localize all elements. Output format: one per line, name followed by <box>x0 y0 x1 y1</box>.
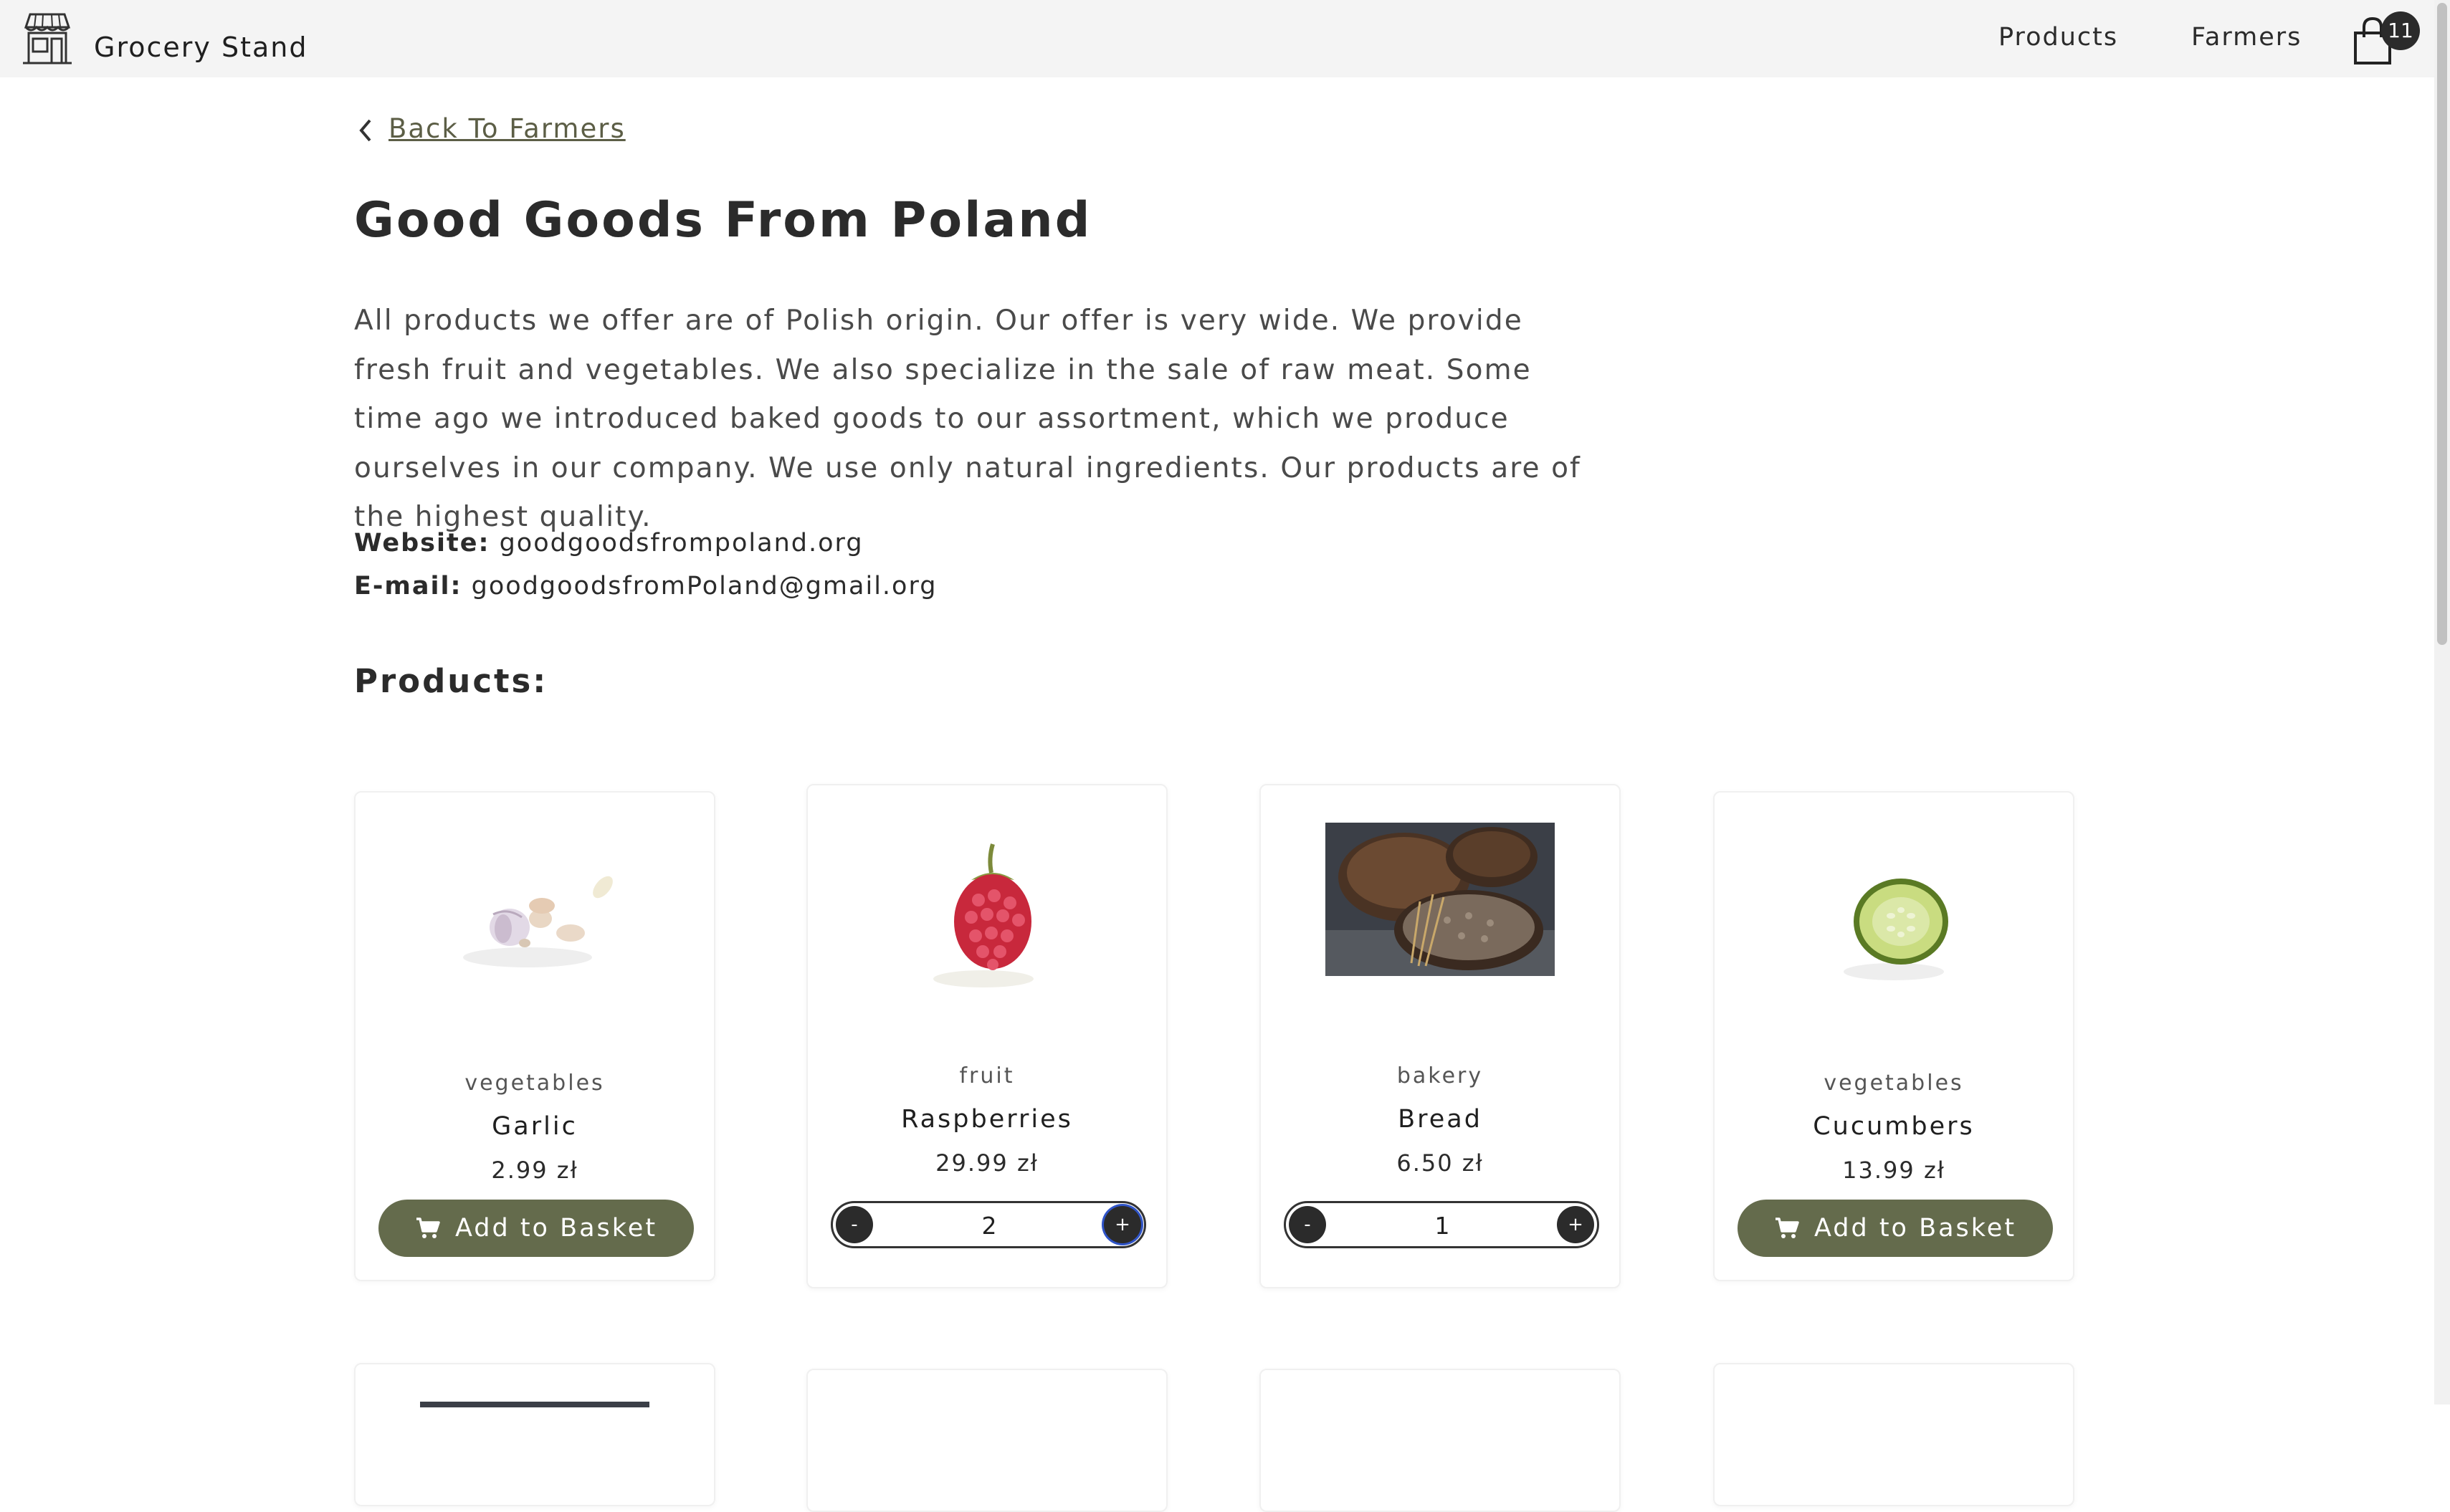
product-card: vegetables Garlic 2.99 zł Add to Basket <box>354 791 715 1281</box>
decrease-quantity-button[interactable]: - <box>1289 1206 1326 1243</box>
top-navbar: Grocery Stand Products Farmers 11 <box>0 0 2434 77</box>
farmer-title: Good Goods From Poland <box>354 192 1092 249</box>
product-price: 2.99 zł <box>491 1157 578 1184</box>
decrease-quantity-button[interactable]: - <box>836 1206 873 1243</box>
cucumber-image[interactable] <box>1822 850 1965 993</box>
scrollbar-thumb[interactable] <box>2437 3 2447 645</box>
product-category: bakery <box>1396 1063 1484 1088</box>
product-price: 29.99 zł <box>935 1149 1039 1177</box>
raspberry-image[interactable] <box>908 836 1066 1000</box>
add-to-basket-button[interactable]: Add to Basket <box>1738 1200 2053 1257</box>
nav-products-link[interactable]: Products <box>1998 23 2118 52</box>
shop-logo-icon[interactable] <box>22 11 73 64</box>
chevron-left-icon <box>359 119 371 142</box>
product-price: 13.99 zł <box>1842 1157 1945 1184</box>
back-link-label[interactable]: Back To Farmers <box>389 113 626 144</box>
product-card: bakery Bread 6.50 zł - + <box>1259 784 1621 1288</box>
garlic-image[interactable] <box>434 836 635 993</box>
product-card <box>806 1369 1168 1512</box>
product-card: vegetables Cucumbers 13.99 zł Add to Bas… <box>1713 791 2074 1281</box>
quantity-input[interactable] <box>1336 1206 1548 1245</box>
increase-quantity-button[interactable]: + <box>1557 1206 1594 1243</box>
cart-icon <box>416 1217 440 1238</box>
product-name[interactable]: Bread <box>1261 1105 1619 1134</box>
add-to-basket-label: Add to Basket <box>1813 1214 2017 1243</box>
product-category: vegetables <box>464 1071 605 1096</box>
product-name[interactable]: Raspberries <box>808 1105 1166 1134</box>
brand-name[interactable]: Grocery Stand <box>94 32 308 63</box>
product-category: vegetables <box>1824 1071 1964 1096</box>
product-category: fruit <box>959 1063 1015 1088</box>
website-label: Website: <box>354 529 490 558</box>
product-card <box>1259 1369 1621 1512</box>
website-row: Website: goodgoodsfrompoland.org <box>354 529 864 558</box>
page-scrollbar[interactable] <box>2434 0 2450 1405</box>
increase-quantity-button[interactable]: + <box>1104 1206 1141 1243</box>
product-card: fruit Raspberries 29.99 zł - + <box>806 784 1168 1288</box>
bread-image[interactable] <box>1325 823 1555 976</box>
email-link[interactable]: goodgoodsfromPoland@gmail.org <box>472 572 938 601</box>
email-row: E-mail: goodgoodsfromPoland@gmail.org <box>354 572 937 601</box>
nav-farmers-link[interactable]: Farmers <box>2191 23 2302 52</box>
cart-button[interactable]: 11 <box>2348 10 2420 67</box>
product-card <box>354 1363 715 1506</box>
quantity-input[interactable] <box>883 1206 1095 1245</box>
add-to-basket-label: Add to Basket <box>454 1214 658 1243</box>
website-link[interactable]: goodgoodsfrompoland.org <box>500 529 864 558</box>
farmer-description: All products we offer are of Polish orig… <box>354 305 1581 533</box>
product-name[interactable]: Garlic <box>356 1112 714 1141</box>
add-to-basket-button[interactable]: Add to Basket <box>378 1200 694 1257</box>
product-card <box>1713 1363 2074 1506</box>
cart-icon <box>1775 1217 1799 1238</box>
products-heading: Products: <box>354 662 548 700</box>
product-image[interactable] <box>420 1402 649 1407</box>
product-name[interactable]: Cucumbers <box>1715 1112 2073 1141</box>
cart-count-badge: 11 <box>2381 11 2420 50</box>
quantity-stepper: - + <box>1284 1201 1599 1248</box>
product-price: 6.50 zł <box>1396 1149 1484 1177</box>
quantity-stepper: - + <box>831 1201 1146 1248</box>
email-label: E-mail: <box>354 572 462 601</box>
